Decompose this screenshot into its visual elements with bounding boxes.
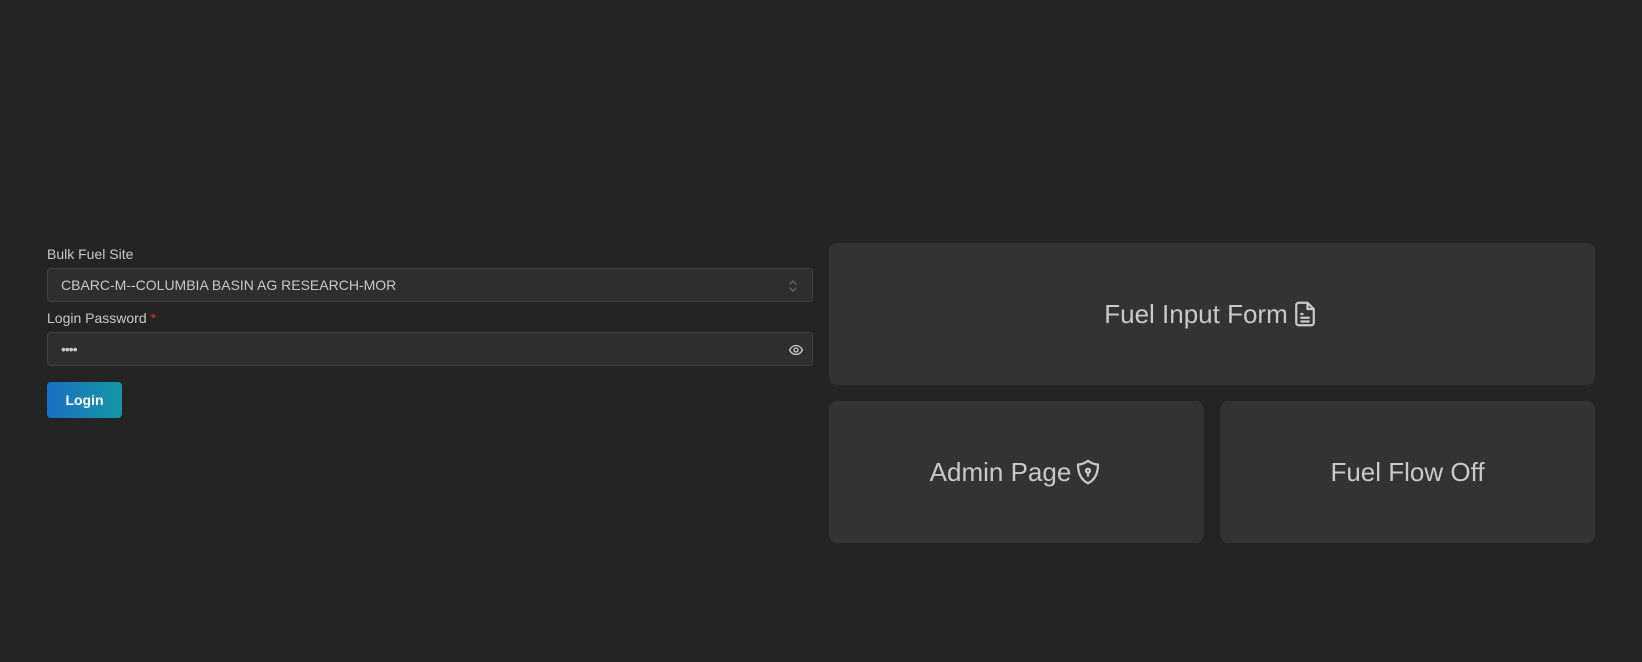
- chevron-selector-icon: [786, 278, 800, 294]
- required-asterisk: *: [150, 310, 157, 326]
- password-value: ••••: [61, 341, 78, 357]
- admin-page-label: Admin Page: [929, 456, 1072, 487]
- login-password-input[interactable]: ••••: [47, 332, 813, 366]
- fuel-input-form-label: Fuel Input Form: [1104, 298, 1288, 329]
- bulk-fuel-site-label: Bulk Fuel Site: [47, 244, 813, 264]
- fuel-flow-off-tile[interactable]: Fuel Flow Off: [1220, 401, 1595, 543]
- fuel-flow-off-label: Fuel Flow Off: [1330, 456, 1485, 487]
- login-button[interactable]: Login: [47, 382, 122, 418]
- bulk-fuel-site-select[interactable]: CBARC-M--COLUMBIA BASIN AG RESEARCH-MOR: [47, 268, 813, 302]
- eye-icon[interactable]: [788, 342, 804, 358]
- login-password-label-text: Login Password: [47, 310, 147, 326]
- bulk-fuel-site-value: CBARC-M--COLUMBIA BASIN AG RESEARCH-MOR: [61, 277, 397, 293]
- login-password-label: Login Password *: [47, 308, 813, 328]
- shield-lock-icon: [1073, 457, 1103, 487]
- login-form: Bulk Fuel Site CBARC-M--COLUMBIA BASIN A…: [47, 244, 813, 418]
- admin-page-tile[interactable]: Admin Page: [829, 401, 1204, 543]
- file-text-icon: [1290, 299, 1320, 329]
- bulk-fuel-site-label-text: Bulk Fuel Site: [47, 246, 134, 262]
- fuel-input-form-tile[interactable]: Fuel Input Form: [829, 243, 1595, 385]
- page: Bulk Fuel Site CBARC-M--COLUMBIA BASIN A…: [0, 0, 1642, 662]
